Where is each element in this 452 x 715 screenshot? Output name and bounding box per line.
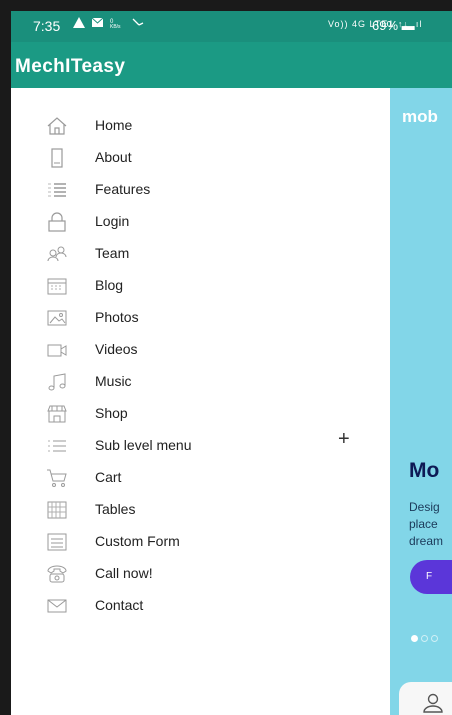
- menu-item-photos[interactable]: Photos: [11, 303, 390, 333]
- lock-icon: [46, 212, 68, 232]
- hero-cta-button[interactable]: F: [410, 560, 452, 594]
- menu-item-sub-level-menu[interactable]: Sub level menu +: [11, 428, 390, 461]
- data-speed-icon: 0KB/s: [110, 19, 121, 28]
- menu-item-label: Blog: [95, 277, 124, 293]
- slider-dot[interactable]: [411, 635, 418, 642]
- menu-item-team[interactable]: Team: [11, 239, 390, 269]
- brand-text: mob: [402, 107, 438, 126]
- hero-cta-label: F: [426, 571, 433, 582]
- menu-item-call-now[interactable]: Call now!: [11, 559, 390, 589]
- hero-description-line: place: [409, 517, 438, 531]
- navigation-drawer: Home About Features Login Team Blog Phot…: [11, 88, 390, 715]
- menu-item-custom-form[interactable]: Custom Form: [11, 527, 390, 557]
- menu-item-music[interactable]: Music: [11, 367, 390, 397]
- hero-heading: Mo: [409, 459, 440, 482]
- menu-item-label: Home: [95, 117, 133, 133]
- menu-item-label: Features: [95, 181, 151, 197]
- battery-status: 69% ▬: [372, 18, 415, 33]
- menu-item-label: Shop: [95, 405, 128, 421]
- menu-item-label: Team: [95, 245, 130, 261]
- slider-dot[interactable]: [421, 635, 428, 642]
- phone-icon: [46, 148, 68, 168]
- menu-item-home[interactable]: Home: [11, 111, 390, 141]
- calendar-icon: [46, 276, 68, 296]
- menu-item-label: Sub level menu: [95, 437, 192, 453]
- menu-item-label: Call now!: [95, 565, 153, 581]
- form-icon: [46, 532, 68, 552]
- table-icon: [46, 500, 68, 520]
- menu-item-label: Music: [95, 373, 132, 389]
- menu-item-login[interactable]: Login: [11, 207, 390, 237]
- menu-item-about[interactable]: About: [11, 143, 390, 173]
- list-icon: [46, 180, 68, 200]
- mail-icon: [46, 596, 68, 616]
- svg-text:KB/s: KB/s: [110, 24, 121, 28]
- menu-item-label: Photos: [95, 309, 139, 325]
- photo-icon: [46, 308, 68, 328]
- message-icon: [92, 18, 103, 27]
- slider-dot[interactable]: [431, 635, 438, 642]
- warning-icon: [73, 17, 85, 28]
- menu-item-blog[interactable]: Blog: [11, 271, 390, 301]
- profile-icon[interactable]: [422, 693, 444, 713]
- menu-item-contact[interactable]: Contact: [11, 591, 390, 621]
- signal-tool-icon: [132, 18, 144, 26]
- menu-item-label: Videos: [95, 341, 138, 357]
- menu-item-label: Login: [95, 213, 130, 229]
- status-time: 7:35: [33, 18, 61, 34]
- team-icon: [46, 244, 68, 264]
- menu-item-videos[interactable]: Videos: [11, 335, 390, 365]
- app-bar: MechITeasy: [11, 42, 452, 88]
- menu-item-label: Contact: [95, 597, 144, 613]
- menu-item-label: Custom Form: [95, 533, 180, 549]
- menu-item-shop[interactable]: Shop: [11, 399, 390, 429]
- shop-icon: [46, 404, 68, 424]
- menu-item-label: Cart: [95, 469, 122, 485]
- video-icon: [46, 340, 68, 360]
- app-title: MechITeasy: [15, 56, 126, 77]
- main-content-panel: mob Mo Desig place dream F: [390, 88, 452, 715]
- battery-icon: ▬: [401, 18, 415, 33]
- menu-item-cart[interactable]: Cart: [11, 463, 390, 493]
- menu-item-tables[interactable]: Tables: [11, 495, 390, 525]
- battery-level: 69%: [372, 18, 399, 33]
- status-icons: 0 KB/s: [73, 17, 145, 28]
- home-icon: [46, 116, 68, 136]
- bottom-nav-bar: [399, 682, 452, 715]
- cart-icon: [46, 468, 68, 488]
- menu-item-label: About: [95, 149, 132, 165]
- status-bar: 7:35 0 KB/s Vo)) 4G LTE1 ↑↓ .ıl 69% ▬: [11, 11, 452, 42]
- hero-description: Desig place dream: [409, 499, 443, 550]
- slider-pagination: [411, 635, 438, 642]
- call-icon: [46, 564, 68, 584]
- hero-description-line: Desig: [409, 500, 440, 514]
- expand-plus-icon[interactable]: +: [338, 428, 350, 451]
- menu-item-label: Tables: [95, 501, 136, 517]
- hero-description-line: dream: [409, 534, 444, 548]
- menu-icon: [46, 436, 68, 456]
- music-icon: [46, 372, 68, 392]
- phone-screen: 7:35 0 KB/s Vo)) 4G LTE1 ↑↓ .ıl 69% ▬ Mec…: [11, 11, 452, 715]
- menu-item-features[interactable]: Features: [11, 175, 390, 205]
